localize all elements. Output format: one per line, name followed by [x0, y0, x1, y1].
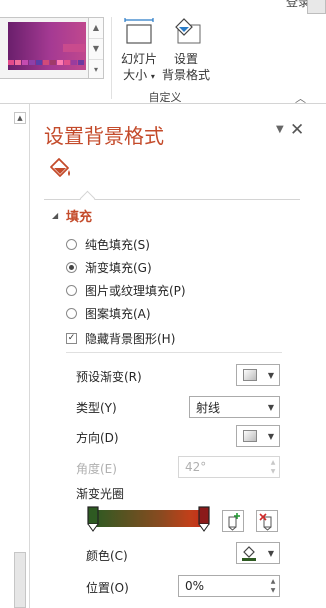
type-label: 类型(Y): [76, 401, 117, 415]
gradient-stops-label: 渐变光圈: [76, 487, 125, 501]
spinner-arrows-icon[interactable]: ▲ ▼: [267, 577, 279, 595]
picture-fill-radio[interactable]: [66, 284, 77, 296]
gradient-preview-icon: [243, 369, 257, 381]
pattern-fill-radio[interactable]: [66, 307, 77, 319]
slide-pane-scrollbar[interactable]: [0, 104, 30, 608]
theme-swatch: [8, 60, 14, 65]
solid-fill-option[interactable]: 纯色填充(S): [66, 235, 150, 253]
picture-fill-option[interactable]: 图片或纹理填充(P): [66, 281, 186, 299]
preset-gradient-label: 预设渐变(R): [76, 370, 142, 384]
pane-title: 设置背景格式: [44, 124, 164, 148]
gradient-fill-option[interactable]: 渐变填充(G): [66, 258, 152, 276]
angle-spinner[interactable]: 42° ▲ ▼: [178, 456, 280, 478]
gallery-scroll-up-icon[interactable]: ▲: [89, 18, 103, 39]
slide-size-label-1: 幻灯片: [120, 52, 157, 66]
section-divider: [66, 352, 282, 353]
color-label: 颜色(C): [86, 549, 128, 563]
slide-size-button[interactable]: 幻灯片 大小 ▾: [114, 17, 164, 85]
theme-swatch: [71, 60, 77, 65]
theme-swatch: [36, 60, 42, 65]
gradient-stop-right[interactable]: [198, 506, 210, 532]
gallery-more-icon[interactable]: ▾: [89, 60, 103, 80]
fill-section-header[interactable]: 填充: [66, 206, 92, 225]
spinner-arrows-icon[interactable]: ▲ ▼: [267, 458, 279, 476]
slide-size-icon: [124, 18, 154, 44]
theme-swatch: [50, 60, 56, 65]
ribbon-divider: [111, 17, 112, 99]
hide-background-checkbox[interactable]: ✓: [66, 332, 77, 344]
scroll-up-icon[interactable]: ▲: [14, 112, 26, 124]
gallery-scroll-down-icon[interactable]: ▼: [89, 39, 103, 60]
position-label: 位置(O): [86, 581, 129, 595]
theme-variant-accent: [63, 44, 85, 52]
paint-bucket-icon: [50, 158, 70, 177]
chevron-down-icon: ▼: [267, 431, 274, 441]
hide-background-graphics-option[interactable]: ✓ 隐藏背景图形(H): [66, 329, 175, 347]
chevron-down-icon: ▼: [267, 548, 274, 558]
theme-swatch: [78, 60, 84, 65]
type-value: 射线: [196, 400, 221, 415]
chevron-down-icon: ▼: [267, 402, 274, 412]
remove-stop-icon: [259, 513, 272, 531]
fill-color-icon: [242, 546, 256, 561]
ribbon-group-label: 自定义: [148, 91, 182, 104]
color-picker-button[interactable]: ▼: [236, 542, 280, 564]
picture-fill-label: 图片或纹理填充(P): [85, 283, 186, 298]
add-stop-icon: [228, 513, 240, 531]
preset-gradient-dropdown[interactable]: ▼: [236, 364, 280, 386]
add-gradient-stop-button[interactable]: [222, 510, 244, 532]
format-background-icon: [175, 18, 201, 44]
gradient-stop-left[interactable]: [87, 506, 99, 532]
direction-label: 方向(D): [76, 431, 119, 445]
theme-swatch: [64, 60, 70, 65]
format-background-label-2: 背景格式: [161, 68, 210, 82]
avatar[interactable]: [307, 0, 326, 14]
angle-value: 42°: [185, 460, 207, 474]
direction-dropdown[interactable]: ▼: [236, 425, 280, 447]
type-dropdown[interactable]: 射线 ▼: [189, 396, 280, 418]
close-icon[interactable]: ✕: [290, 120, 304, 140]
gradient-fill-radio[interactable]: [66, 261, 77, 273]
pattern-fill-option[interactable]: 图案填充(A): [66, 304, 151, 322]
position-spinner[interactable]: 0% ▲ ▼: [178, 575, 280, 597]
solid-fill-radio[interactable]: [66, 238, 77, 250]
format-background-pane: [32, 104, 326, 608]
angle-label: 角度(E): [76, 462, 117, 476]
solid-fill-label: 纯色填充(S): [85, 237, 150, 252]
position-value: 0%: [185, 579, 205, 593]
chevron-down-icon: ▼: [267, 370, 274, 380]
scrollbar-thumb[interactable]: [14, 552, 26, 608]
theme-swatch: [43, 60, 49, 65]
theme-swatch: [29, 60, 35, 65]
gradient-fill-label: 渐变填充(G): [85, 260, 152, 275]
pattern-fill-label: 图案填充(A): [85, 306, 151, 321]
theme-swatch: [15, 60, 21, 65]
format-background-label-1: 设置: [173, 52, 198, 66]
theme-swatch: [22, 60, 28, 65]
fill-tab[interactable]: [48, 156, 74, 182]
theme-color-swatches: [8, 60, 85, 70]
gallery-scrollbar[interactable]: ▲ ▼ ▾: [88, 17, 104, 79]
theme-swatch: [57, 60, 63, 65]
pane-options-icon[interactable]: ▼: [276, 124, 284, 135]
hide-background-label: 隐藏背景图形(H): [85, 331, 176, 346]
direction-preview-icon: [243, 430, 257, 442]
format-background-button[interactable]: 设置 背景格式: [161, 17, 211, 83]
expand-caret-icon[interactable]: ◢: [52, 211, 58, 220]
slide-size-label-2: 大小 ▾: [123, 68, 155, 82]
remove-gradient-stop-button[interactable]: [256, 510, 278, 532]
gradient-stops-bar[interactable]: [94, 510, 206, 527]
